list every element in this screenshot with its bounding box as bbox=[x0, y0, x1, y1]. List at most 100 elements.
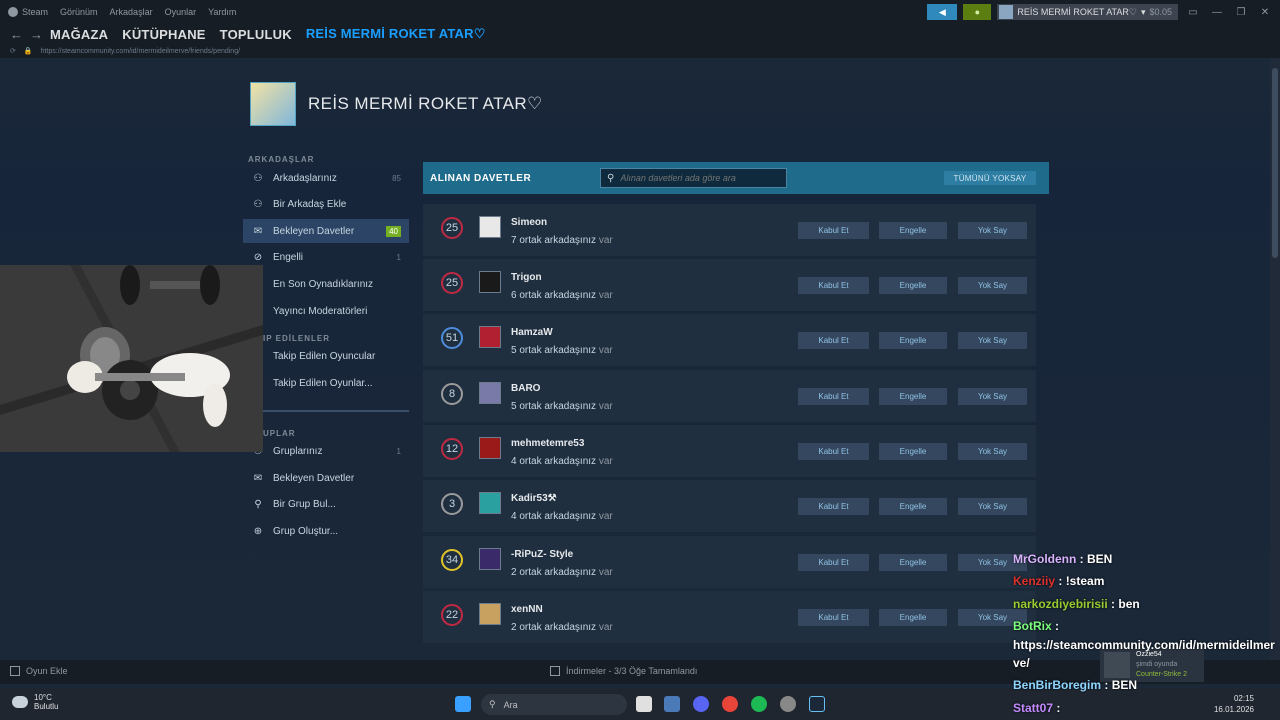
block-button[interactable]: Engelle bbox=[879, 609, 947, 626]
block-icon: ⊘ bbox=[253, 251, 263, 263]
block-button[interactable]: Engelle bbox=[879, 332, 947, 349]
menu-steam[interactable]: Steam bbox=[8, 7, 48, 18]
invite-name[interactable]: Trigon bbox=[511, 272, 542, 283]
profile-avatar[interactable] bbox=[250, 82, 296, 126]
ignore-button[interactable]: Yok Say bbox=[958, 332, 1027, 349]
block-button[interactable]: Engelle bbox=[879, 554, 947, 571]
accept-button[interactable]: Kabul Et bbox=[798, 277, 869, 294]
block-button[interactable]: Engelle bbox=[879, 443, 947, 460]
sidebar-item-followed-players[interactable]: Takip Edilen Oyuncular bbox=[243, 344, 409, 368]
invites-search-input[interactable] bbox=[620, 173, 771, 183]
menu-help[interactable]: Yardım bbox=[208, 7, 236, 17]
notifications-button[interactable]: ● bbox=[963, 4, 992, 20]
minimize-icon[interactable]: — bbox=[1208, 7, 1226, 18]
mutual-friends-count: 5 ortak arkadaşınız bbox=[511, 401, 597, 412]
profile-name[interactable]: REİS MERMİ ROKET ATAR♡ bbox=[308, 94, 543, 114]
accept-button[interactable]: Kabul Et bbox=[798, 332, 869, 349]
ignore-button[interactable]: Yok Say bbox=[958, 443, 1027, 460]
avatar[interactable] bbox=[479, 382, 501, 404]
ignore-button[interactable]: Yok Say bbox=[958, 498, 1027, 515]
invites-search[interactable]: ⚲ bbox=[600, 168, 787, 188]
menu-friends[interactable]: Arkadaşlar bbox=[110, 7, 153, 17]
sidebar-item-label: Takip Edilen Oyuncular bbox=[273, 350, 376, 362]
avatar[interactable] bbox=[479, 603, 501, 625]
scrollbar-thumb[interactable] bbox=[1272, 68, 1278, 258]
sidebar-item-blocked[interactable]: ⊘ Engelli 1 bbox=[243, 245, 409, 269]
avatar[interactable] bbox=[479, 271, 501, 293]
invite-name[interactable]: xenNN bbox=[511, 604, 543, 615]
accept-button[interactable]: Kabul Et bbox=[798, 498, 869, 515]
menu-view[interactable]: Görünüm bbox=[60, 7, 98, 17]
weather-widget[interactable]: 10°C Bulutlu bbox=[12, 693, 58, 711]
scrollbar[interactable] bbox=[1270, 58, 1280, 660]
accept-button[interactable]: Kabul Et bbox=[798, 388, 869, 405]
chrome-icon[interactable] bbox=[722, 696, 738, 712]
ignore-button[interactable]: Yok Say bbox=[958, 277, 1027, 294]
sidebar-item-your-groups[interactable]: ⚇ Gruplarınız 1 bbox=[243, 439, 409, 463]
reload-icon[interactable]: ⟳ bbox=[10, 47, 16, 55]
ignore-button[interactable]: Yok Say bbox=[958, 388, 1027, 405]
app-icon[interactable] bbox=[664, 696, 680, 712]
task-view-icon[interactable] bbox=[636, 696, 652, 712]
accept-button[interactable]: Kabul Et bbox=[798, 609, 869, 626]
friend-ingame-popup[interactable]: Ozzie54 şimdi oyunda Counter-Strike 2 bbox=[1100, 648, 1204, 682]
sidebar-item-streamer-mods[interactable]: Yayıncı Moderatörleri bbox=[243, 299, 409, 323]
tab-store[interactable]: MAĞAZA bbox=[50, 27, 108, 42]
tab-profile[interactable]: REİS MERMİ ROKET ATAR♡ bbox=[306, 26, 486, 42]
accept-button[interactable]: Kabul Et bbox=[798, 554, 869, 571]
sidebar-item-find-group[interactable]: ⚲ Bir Grup Bul... bbox=[243, 492, 409, 516]
sidebar-item-group-invites[interactable]: ✉ Bekleyen Davetler bbox=[243, 466, 409, 490]
sidebar-item-add-friend[interactable]: ⚇ Bir Arkadaş Ekle bbox=[243, 192, 409, 216]
invite-name[interactable]: Kadir53⚒ bbox=[511, 493, 557, 504]
menu-games[interactable]: Oyunlar bbox=[165, 7, 197, 17]
ignore-all-button[interactable]: TÜMÜNÜ YOKSAY bbox=[944, 171, 1036, 185]
back-arrow-icon[interactable]: ← bbox=[10, 27, 30, 42]
megaphone-icon: ◀ bbox=[938, 6, 946, 17]
invite-name[interactable]: Simeon bbox=[511, 217, 547, 228]
big-picture-icon[interactable]: ▭ bbox=[1184, 7, 1202, 18]
ignore-button[interactable]: Yok Say bbox=[958, 222, 1027, 239]
windows-start-icon[interactable] bbox=[455, 696, 471, 712]
avatar[interactable] bbox=[479, 437, 501, 459]
announce-button[interactable]: ◀ bbox=[927, 4, 958, 20]
steam-taskbar-icon[interactable] bbox=[809, 696, 825, 712]
block-button[interactable]: Engelle bbox=[879, 277, 947, 294]
sidebar-item-pending-invites[interactable]: ✉ Bekleyen Davetler 40 bbox=[243, 219, 409, 243]
forward-arrow-icon[interactable]: → bbox=[30, 27, 50, 42]
add-game-button[interactable]: Oyun Ekle bbox=[10, 666, 68, 676]
invite-name[interactable]: HamzaW bbox=[511, 327, 553, 338]
downloads-status[interactable]: İndirmeler - 3/3 Öğe Tamamlandı bbox=[550, 666, 697, 676]
mail-icon: ✉ bbox=[253, 472, 263, 484]
invite-row: 3 Kadir53⚒ 4 ortak arkadaşınız var Kabul Et… bbox=[423, 480, 1036, 532]
sidebar-item-recent-players[interactable]: En Son Oynadıklarınız bbox=[243, 272, 409, 296]
accept-button[interactable]: Kabul Et bbox=[798, 443, 869, 460]
sidebar-item-label: Grup Oluştur... bbox=[273, 525, 339, 537]
weather-desc: Bulutlu bbox=[34, 702, 59, 711]
block-button[interactable]: Engelle bbox=[879, 498, 947, 515]
tab-community[interactable]: TOPLULUK bbox=[220, 27, 292, 42]
invite-name[interactable]: BARO bbox=[511, 383, 540, 394]
close-icon[interactable]: ✕ bbox=[1256, 7, 1274, 18]
sidebar-item-create-group[interactable]: ⊕ Grup Oluştur... bbox=[243, 519, 409, 543]
level-badge: 25 bbox=[441, 272, 463, 294]
account-menu[interactable]: REİS MERMİ ROKET ATAR♡ ▾ $0.05 bbox=[997, 4, 1178, 20]
avatar[interactable] bbox=[479, 326, 501, 348]
avatar[interactable] bbox=[479, 492, 501, 514]
clock[interactable]: 02:15 16.01.2026 bbox=[1214, 693, 1254, 715]
sidebar-item-friends[interactable]: ⚇ Arkadaşlarınız 85 bbox=[243, 166, 409, 190]
avatar[interactable] bbox=[479, 216, 501, 238]
taskbar-search[interactable]: ⚲ Ara bbox=[481, 694, 627, 715]
invite-name[interactable]: mehmetemre53 bbox=[511, 438, 584, 449]
sidebar-item-followed-games[interactable]: Takip Edilen Oyunlar... bbox=[243, 371, 409, 395]
discord-icon[interactable] bbox=[693, 696, 709, 712]
avatar[interactable] bbox=[479, 548, 501, 570]
block-button[interactable]: Engelle bbox=[879, 388, 947, 405]
maximize-icon[interactable]: ❐ bbox=[1232, 7, 1250, 18]
invite-name[interactable]: -RiPuZ- Style bbox=[511, 549, 573, 560]
tab-library[interactable]: KÜTÜPHANE bbox=[122, 27, 205, 42]
accept-button[interactable]: Kabul Et bbox=[798, 222, 869, 239]
app-icon[interactable] bbox=[780, 696, 796, 712]
block-button[interactable]: Engelle bbox=[879, 222, 947, 239]
spotify-icon[interactable] bbox=[751, 696, 767, 712]
url-text[interactable]: https://steamcommunity.com/id/mermideilm… bbox=[41, 48, 240, 55]
